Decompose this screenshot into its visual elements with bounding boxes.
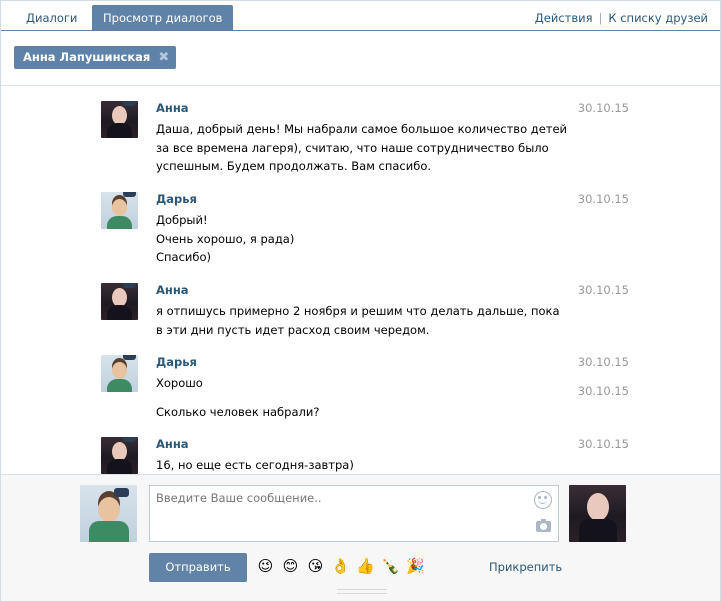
message-line: я отпишусь примерно 2 ноября и решим что… (156, 304, 560, 318)
message-text: Даша, добрый день! Мы набрали самое боль… (156, 120, 568, 176)
ok-hand-emoji-icon[interactable]: 👌 (331, 557, 350, 576)
message-author[interactable]: Анна (156, 283, 189, 297)
tab-dialogs[interactable]: Диалоги (15, 5, 88, 31)
online-badge-icon (123, 283, 136, 288)
message-text: Сколько человек набрали? (156, 403, 561, 422)
message-author[interactable]: Анна (156, 101, 189, 115)
online-badge-icon (123, 437, 136, 442)
send-button[interactable]: Отправить (149, 553, 247, 582)
online-badge-icon (114, 488, 129, 497)
message-text: Хорошо (156, 374, 561, 393)
message-author[interactable]: Дарья (156, 355, 197, 369)
message-date: 30.10.15 (577, 283, 629, 297)
wink-emoji-icon[interactable]: 😉 (256, 557, 275, 576)
online-badge-icon (123, 192, 136, 197)
message-line: Сколько человек набрали? (156, 405, 320, 419)
top-links: Действия | К списку друзей (535, 5, 708, 31)
message-author[interactable]: Дарья (156, 192, 197, 206)
online-badge-icon (123, 101, 136, 106)
champagne-emoji-icon[interactable]: 🍾 (381, 557, 400, 576)
participant-name: Анна Лапушинская (23, 50, 151, 64)
message-date: 30.10.15 (577, 101, 629, 115)
message-line: Даша, добрый день! Мы набрали самое боль… (156, 122, 568, 136)
avatar[interactable] (101, 192, 138, 229)
online-badge-icon (123, 355, 136, 360)
peer-avatar[interactable] (569, 485, 626, 542)
tab-bar: Диалоги Просмотр диалогов Действия | К спи… (1, 1, 720, 31)
message-history[interactable]: Анна 30.10.15 Даша, добрый день! Мы набр… (1, 87, 720, 474)
avatar[interactable] (101, 437, 138, 474)
message-line: Хорошо (156, 376, 203, 390)
party-popper-emoji-icon[interactable]: 🎉 (406, 557, 425, 576)
message-line: успешным. Будем продолжать. Вам спасибо. (156, 159, 432, 173)
message-text: Добрый! Очень хорошо, я рада) Спасибо) (156, 211, 561, 267)
compose-panel: Введите Ваше сообщение.. Отправить 😉 😊 😘… (1, 474, 720, 601)
friends-list-link[interactable]: К списку друзей (608, 11, 708, 25)
message-line: Очень хорошо, я рада) (156, 231, 295, 246)
message-line: за все времена лагеря), считаю, что наше… (156, 140, 549, 155)
message-line: Добрый! (156, 213, 208, 227)
message-date: 30.10.15 (577, 437, 629, 451)
message-text: 16, но еще есть сегодня-завтра) (156, 456, 561, 474)
tab-view-dialogs[interactable]: Просмотр диалогов (92, 5, 234, 31)
smile-icon[interactable] (534, 491, 552, 509)
participant-chip[interactable]: Анна Лапушинская ✖ (14, 46, 177, 69)
message-date: 30.10.15 (577, 384, 629, 398)
message-date: 30.10.15 (577, 355, 629, 369)
avatar[interactable] (101, 355, 138, 392)
avatar[interactable] (101, 283, 138, 320)
resize-handle[interactable] (337, 589, 387, 594)
message-input[interactable]: Введите Ваше сообщение.. (149, 485, 559, 542)
kiss-emoji-icon[interactable]: 😘 (306, 557, 325, 576)
avatar[interactable] (101, 101, 138, 138)
camera-icon[interactable] (536, 519, 551, 532)
link-separator: | (598, 11, 603, 25)
message-date: 30.10.15 (577, 192, 629, 206)
smile-emoji-icon[interactable]: 😊 (281, 557, 300, 576)
message-line: Спасибо) (156, 250, 212, 264)
message-author[interactable]: Анна (156, 437, 189, 451)
actions-link[interactable]: Действия (535, 11, 593, 25)
attach-link[interactable]: Прикрепить (489, 560, 562, 574)
participant-bar: Анна Лапушинская ✖ (1, 32, 720, 86)
message-line: в эти дни пусть идет расход своим чередо… (156, 322, 430, 337)
thumbs-up-emoji-icon[interactable]: 👍 (356, 557, 375, 576)
message-line: 16, но еще есть сегодня-завтра) (156, 458, 354, 472)
close-icon[interactable]: ✖ (158, 46, 169, 69)
message-text: я отпишусь примерно 2 ноября и решим что… (156, 302, 561, 339)
my-avatar[interactable] (80, 485, 137, 542)
dialog-viewer: Диалоги Просмотр диалогов Действия | К спи… (0, 0, 721, 601)
